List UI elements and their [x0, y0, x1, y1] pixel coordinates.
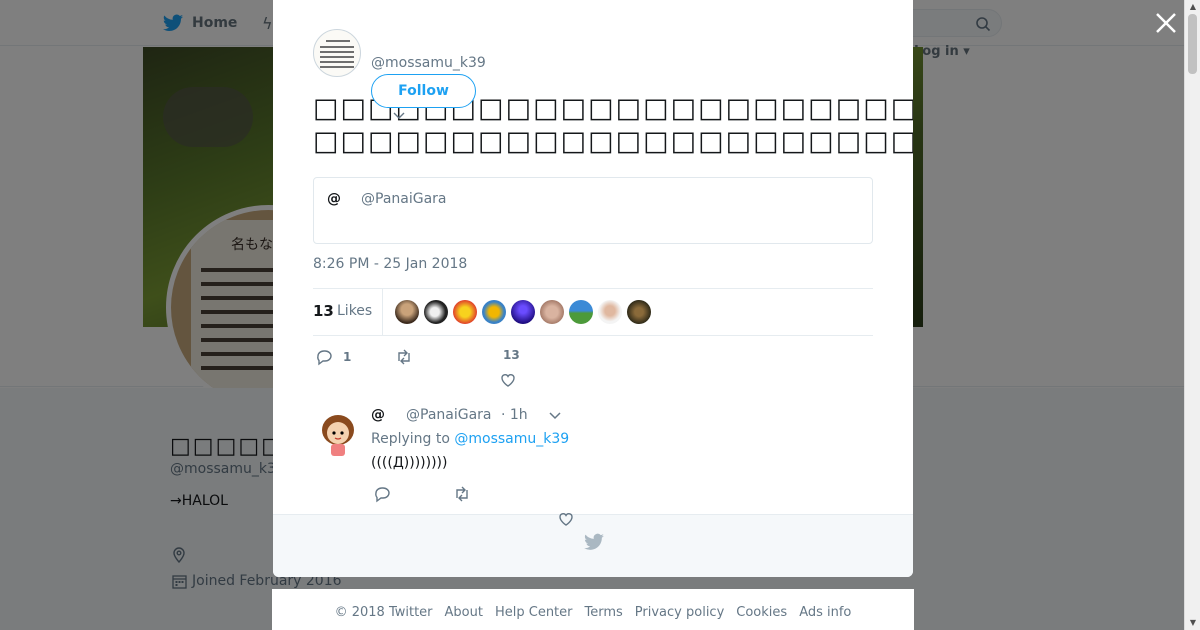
stats-divider: [382, 289, 383, 335]
liker-avatar[interactable]: [569, 300, 593, 324]
reply-retweet-button[interactable]: [453, 485, 471, 503]
liker-avatar[interactable]: [395, 300, 419, 324]
reply-author-avatar[interactable]: [315, 408, 361, 458]
avatar-text-line: [320, 61, 354, 63]
footer-link-help-center[interactable]: Help Center: [495, 605, 573, 630]
reply-author-handle[interactable]: @PanaiGara: [406, 407, 492, 423]
liker-avatar[interactable]: [511, 300, 535, 324]
heart-icon: [559, 513, 573, 526]
like-count: 13: [503, 348, 520, 362]
like-button[interactable]: [499, 371, 517, 389]
reply-count: 1: [343, 350, 352, 364]
quote-author-name: @: [327, 191, 341, 207]
quoted-tweet-card[interactable]: @ @PanaiGara: [313, 177, 873, 244]
retweet-icon: [398, 349, 410, 365]
liker-avatars: [395, 300, 651, 324]
like-count-label: 13: [503, 348, 520, 362]
close-modal-button[interactable]: [1153, 10, 1179, 36]
scrollbar-thumb[interactable]: [1188, 14, 1197, 74]
retweet-button[interactable]: [395, 348, 413, 366]
avatar-text-line: [320, 51, 354, 53]
heart-icon: [501, 374, 515, 387]
twitter-bird-icon: [584, 533, 604, 550]
reply-author-name[interactable]: @: [371, 407, 385, 423]
scroll-up-arrow-icon[interactable]: ▲: [1188, 2, 1198, 12]
liker-avatar[interactable]: [627, 300, 651, 324]
footer-copyright: © 2018 Twitter: [334, 605, 433, 620]
replying-to-label: Replying to: [371, 431, 450, 447]
footer-link-privacy[interactable]: Privacy policy: [635, 605, 724, 630]
avatar-text-line: [320, 46, 354, 48]
tweet-stats: 13 Likes: [313, 288, 873, 336]
reply-text: ((((Д)))))))): [371, 455, 448, 471]
chevron-down-icon[interactable]: [393, 112, 405, 120]
replying-to: Replying to @mossamu_k39: [371, 431, 569, 447]
scroll-down-arrow-icon[interactable]: ▼: [1188, 618, 1198, 628]
site-footer: © 2018 Twitter About Help Center Terms P…: [272, 589, 914, 630]
replying-to-link[interactable]: @mossamu_k39: [454, 431, 569, 447]
likes-count[interactable]: 13: [313, 302, 334, 320]
reply-icon: [317, 350, 332, 366]
reply-button[interactable]: 1: [315, 348, 351, 366]
liker-avatar[interactable]: [482, 300, 506, 324]
footer-link-cookies[interactable]: Cookies: [736, 605, 787, 630]
reply-reply-button[interactable]: [373, 485, 391, 503]
liker-avatar[interactable]: [540, 300, 564, 324]
avatar-text-line: [320, 56, 354, 58]
page-scrollbar[interactable]: ▲ ▼: [1184, 0, 1200, 630]
tweet-timestamp[interactable]: 8:26 PM - 25 Jan 2018: [313, 256, 467, 272]
quote-author-handle: @PanaiGara: [361, 191, 447, 207]
reply-tweet[interactable]: @ @PanaiGara · 1h Replying to @mossamu_k…: [313, 405, 873, 513]
reply-timestamp[interactable]: · 1h: [501, 407, 528, 423]
reply-like-button[interactable]: [557, 510, 575, 528]
modal-footer: [273, 514, 913, 577]
footer-link-about[interactable]: About: [445, 605, 483, 630]
tweet-text-line: □□□□□□□□□□□□□□□□□□□□□□□□□□□□: [313, 126, 913, 157]
liker-avatar[interactable]: [453, 300, 477, 324]
liker-avatar[interactable]: [424, 300, 448, 324]
avatar-text-line: [326, 40, 350, 42]
tweet-actions: 1 13: [313, 345, 873, 395]
chevron-down-icon[interactable]: [548, 409, 562, 423]
close-icon: [1156, 13, 1176, 33]
tweet-modal: @mossamu_k39 □□□□□□□□□□□□□□□□□□□□□□ □□□□□…: [273, 0, 913, 577]
liker-avatar[interactable]: [598, 300, 622, 324]
author-handle[interactable]: @mossamu_k39: [371, 55, 486, 71]
cartoon-avatar-icon: [322, 415, 354, 456]
avatar-text-line: [320, 66, 354, 68]
footer-link-ads-info[interactable]: Ads info: [799, 605, 851, 630]
likes-label[interactable]: Likes: [337, 303, 372, 319]
reply-icon: [375, 487, 390, 503]
footer-link-terms[interactable]: Terms: [585, 605, 623, 630]
retweet-icon: [456, 486, 468, 502]
follow-button[interactable]: Follow: [371, 74, 476, 108]
author-avatar[interactable]: [313, 29, 361, 77]
